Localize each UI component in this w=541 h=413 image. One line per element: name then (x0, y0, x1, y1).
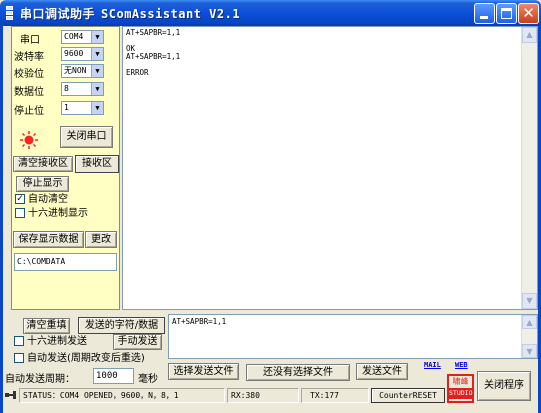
chevron-down-icon: ▼ (91, 48, 103, 60)
databits-select[interactable]: 8 ▼ (61, 82, 104, 96)
scroll-up-icon[interactable]: ▲ (522, 27, 537, 43)
chevron-down-icon: ▼ (91, 83, 103, 95)
save-path-field[interactable]: C:\COMDATA (14, 253, 117, 271)
clear-receive-button[interactable]: 清空接收区 (13, 156, 73, 172)
chevron-down-icon: ▼ (91, 102, 103, 114)
baud-value: 9600 (64, 49, 84, 58)
baud-label: 波特率 (14, 52, 44, 63)
parity-label: 校验位 (14, 69, 44, 80)
send-chars-tab[interactable]: 发送的字符/数据 (78, 317, 165, 334)
close-window-button[interactable]: ✕ (518, 3, 539, 24)
send-content: AT+SAPBR=1,1 (172, 317, 227, 326)
port-label: 串口 (20, 35, 40, 46)
web-link[interactable]: WEB (455, 361, 468, 369)
window-title: 串口调试助手 SComAssistant V2.1 (20, 5, 240, 22)
manual-send-button[interactable]: 手动发送 (113, 334, 162, 350)
stop-display-button[interactable]: 停止显示 (16, 176, 69, 192)
rx-counter: RX:380 (227, 388, 299, 403)
stopbits-value: 1 (64, 103, 69, 112)
scroll-down-icon[interactable]: ▼ (522, 344, 537, 358)
mail-link[interactable]: MAIL (424, 361, 441, 369)
chevron-down-icon: ▼ (91, 31, 103, 43)
minimize-button[interactable] (474, 3, 495, 24)
hex-send-checkbox[interactable]: 十六进制发送 (14, 336, 87, 348)
chevron-down-icon: ▼ (91, 65, 103, 77)
scroll-up-icon[interactable]: ▲ (522, 315, 537, 329)
receive-textarea[interactable]: AT+SAPBR=1,1 OK AT+SAPBR=1,1 ERROR ▲ ▼ (122, 26, 538, 310)
window-title-en: SComAssistant V2.1 (101, 7, 241, 21)
auto-send-checkbox[interactable]: 自动发送(周期改变后重选) (14, 353, 145, 365)
port-value: COM4 (64, 32, 84, 41)
status-bar: STATUS：COM4 OPENED，9600，N，8，1 RX:380 TX:… (3, 387, 538, 404)
checkbox-icon (15, 208, 25, 218)
auto-send-label: 自动发送(周期改变后重选) (27, 353, 145, 364)
period-input[interactable]: 1000 (93, 368, 134, 384)
counter-reset-button[interactable]: CounterRESET (371, 388, 445, 403)
parity-select[interactable]: 无NON ▼ (61, 64, 104, 78)
receive-scrollbar[interactable]: ▲ ▼ (521, 27, 537, 309)
hex-send-label: 十六进制发送 (27, 336, 87, 347)
send-file-button[interactable]: 发送文件 (356, 363, 408, 380)
auto-clear-label: 自动清空 (28, 194, 68, 205)
databits-label: 数据位 (14, 87, 44, 98)
checkbox-icon (14, 353, 24, 363)
close-icon: ✕ (522, 4, 535, 22)
clear-refill-button[interactable]: 清空重填 (23, 318, 70, 334)
plug-icon (5, 391, 16, 399)
parity-value: 无NON (64, 66, 87, 75)
checkmark-icon: ✓ (15, 194, 25, 204)
maximize-button[interactable] (496, 3, 517, 24)
file-status-label: 还没有选择文件 (246, 364, 350, 381)
maximize-icon (501, 8, 512, 19)
settings-panel: 串口 COM4 ▼ 波特率 9600 ▼ 校验位 无NON ▼ 数据位 8 ▼ 停止位 … (11, 26, 120, 310)
port-status-led-icon (20, 131, 38, 149)
send-textarea[interactable]: AT+SAPBR=1,1 ▲ ▼ (168, 314, 538, 359)
hex-display-checkbox[interactable]: 十六进制显示 (15, 208, 88, 220)
save-display-data-button[interactable]: 保存显示数据 (13, 231, 84, 248)
port-select[interactable]: COM4 ▼ (61, 30, 104, 44)
stopbits-select[interactable]: 1 ▼ (61, 101, 104, 115)
tx-counter: TX:177 (301, 388, 369, 403)
send-scrollbar[interactable]: ▲ ▼ (521, 315, 537, 358)
title-bar: 串口调试助手 SComAssistant V2.1 ✕ (0, 0, 541, 26)
scroll-down-icon[interactable]: ▼ (522, 293, 537, 309)
period-unit-label: 毫秒 (138, 374, 158, 385)
receive-content: AT+SAPBR=1,1 OK AT+SAPBR=1,1 ERROR (126, 28, 181, 77)
checkbox-icon (14, 336, 24, 346)
receive-area-tab[interactable]: 接收区 (75, 155, 119, 173)
databits-value: 8 (64, 84, 69, 93)
auto-clear-checkbox[interactable]: ✓ 自动清空 (15, 194, 68, 206)
app-icon (4, 6, 16, 20)
change-path-button[interactable]: 更改 (85, 231, 117, 248)
window-title-cn: 串口调试助手 (20, 7, 96, 21)
hex-display-label: 十六进制显示 (28, 208, 88, 219)
status-text: STATUS：COM4 OPENED，9600，N，8，1 (19, 388, 225, 403)
close-port-button[interactable]: 关闭串口 (60, 126, 113, 148)
baud-select[interactable]: 9600 ▼ (61, 47, 104, 61)
stopbits-label: 停止位 (14, 106, 44, 117)
minimize-icon (480, 16, 488, 19)
select-send-file-button[interactable]: 选择发送文件 (168, 363, 239, 380)
period-label: 自动发送周期： (5, 374, 75, 385)
